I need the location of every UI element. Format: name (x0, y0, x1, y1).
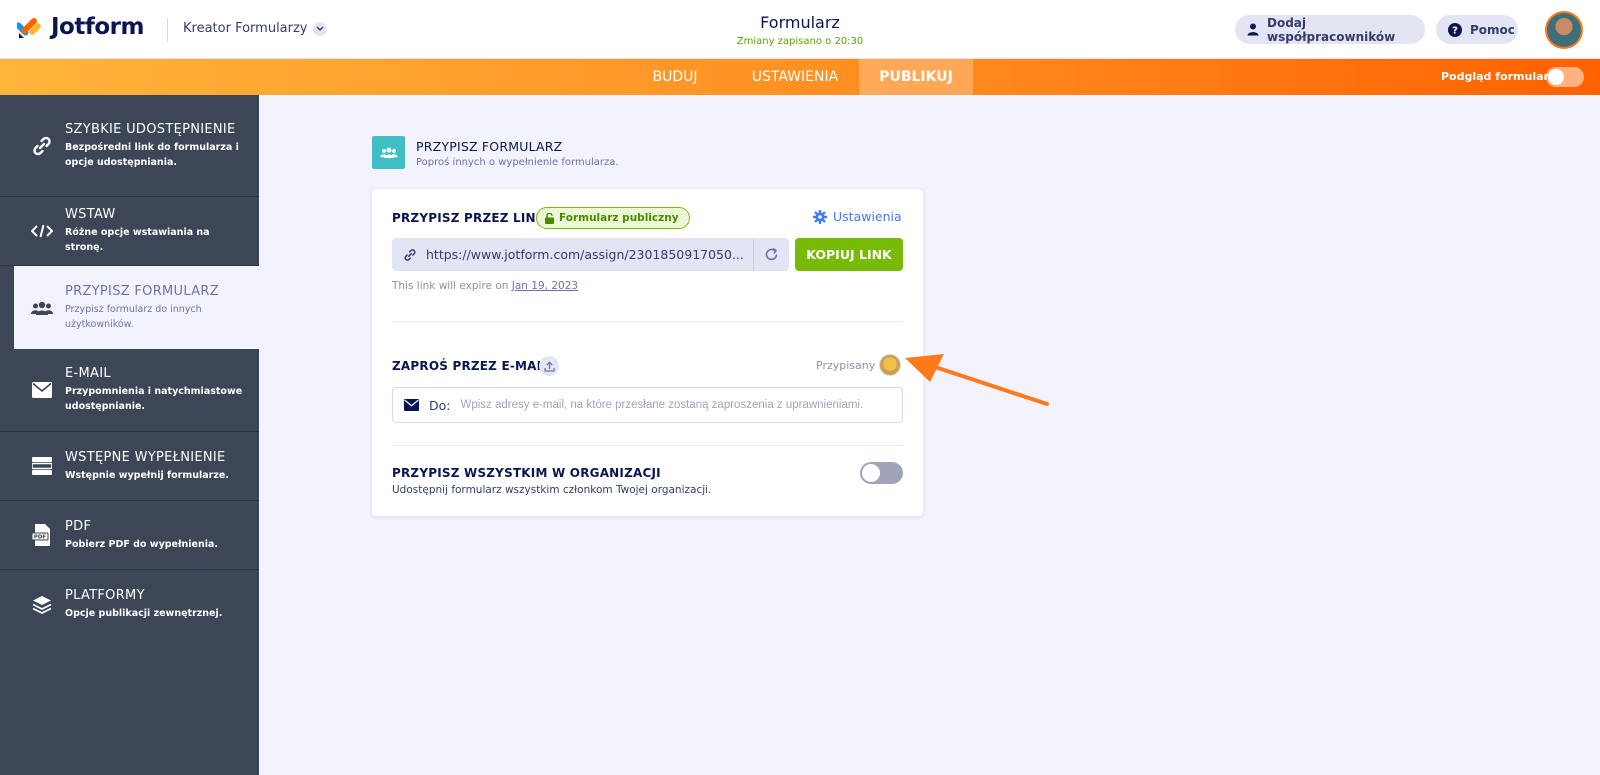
gear-icon (813, 209, 827, 224)
help-button[interactable]: ? Pomoc (1436, 15, 1518, 44)
sidebar-item-prefill[interactable]: WSTĘPNE WYPEŁNIENIE Wstępnie wypełnij fo… (0, 432, 259, 501)
help-label: Pomoc (1470, 22, 1515, 37)
email-to-label: Do: (429, 397, 451, 413)
assign-org-subtitle: Udostępnij formularz wszystkim członkom … (392, 484, 712, 496)
help-icon: ? (1448, 22, 1462, 37)
sidebar-item-subtitle: Przypomnienia i natychmiastowe udostępni… (65, 386, 243, 412)
invite-email-label: ZAPROŚ PRZEZ E-MAIL (392, 359, 550, 373)
section-divider (392, 445, 903, 446)
layers-icon (30, 593, 54, 617)
envelope-icon (30, 378, 54, 402)
section-divider (392, 321, 903, 322)
section-title: PRZYPISZ FORMULARZ (416, 139, 563, 154)
sidebar-item-title: WSTAW (65, 207, 116, 222)
form-preview-label: Podgląd formularza (1441, 70, 1563, 83)
sidebar-item-subtitle: Pobierz PDF do wypełnienia. (65, 538, 219, 550)
add-collaborators-button[interactable]: Dodaj współpracowników (1235, 15, 1425, 44)
sidebar-item-title: SZYBKIE UDOSTĘPNIENIE (65, 121, 236, 137)
link-expiry-text: This link will expire on Jan 19, 2023 (392, 280, 578, 292)
assign-link-label: PRZYPISZ PRZEZ LINK (392, 211, 546, 225)
assign-org-label: PRZYPISZ WSZYSTKIM W ORGANIZACJI (392, 466, 661, 480)
assign-link-field[interactable]: https://www.jotform.com/assign/230185091… (392, 238, 753, 271)
sidebar-item-assign-form[interactable]: PRZYPISZ FORMULARZ Przypisz formularz do… (14, 266, 259, 349)
sidebar-item-embed[interactable]: WSTAW Różne opcje wstawiania na stronę. (0, 197, 259, 266)
refresh-icon (765, 247, 778, 261)
sidebar-item-title: PLATFORMY (65, 588, 145, 603)
assigned-user-avatar[interactable] (879, 354, 901, 376)
prefill-icon (30, 454, 54, 478)
link-icon (30, 134, 54, 158)
pdf-icon: PDF (30, 523, 54, 547)
link-icon (403, 248, 417, 262)
tab-publish[interactable]: PUBLIKUJ (859, 59, 973, 95)
toggle-knob (862, 464, 880, 482)
assigned-label: Przypisany (816, 359, 876, 372)
svg-text:?: ? (1452, 25, 1458, 36)
tab-settings[interactable]: USTAWIENIA (728, 59, 862, 95)
link-expiry-prefix: This link will expire on (392, 280, 512, 292)
sidebar-item-title: E-MAIL (65, 366, 111, 381)
sidebar-item-email[interactable]: E-MAIL Przypomnienia i natychmiastowe ud… (0, 349, 259, 432)
email-to-field[interactable]: Do: (392, 387, 903, 423)
sidebar-item-subtitle: Przypisz formularz do innych użytkownikó… (65, 303, 202, 330)
public-form-badge-label: Formularz publiczny (559, 212, 679, 224)
top-header: Jotform Kreator Formularzy Formularz Zmi… (0, 0, 1600, 59)
users-icon (379, 147, 398, 158)
envelope-icon (404, 399, 419, 411)
public-form-badge[interactable]: Formularz publiczny (536, 207, 690, 229)
form-preview-toggle[interactable] (1546, 67, 1584, 87)
publish-sidebar: SZYBKIE UDOSTĘPNIENIE Bezpośredni link d… (0, 95, 259, 775)
svg-text:PDF: PDF (34, 535, 47, 541)
toggle-knob (1548, 69, 1564, 85)
sidebar-item-title: PRZYPISZ FORMULARZ (65, 283, 219, 299)
sidebar-item-subtitle: Bezpośredni link do formularza i opcje u… (65, 141, 239, 168)
sidebar-item-subtitle: Wstępnie wypełnij formularze. (65, 469, 229, 481)
tab-build[interactable]: BUDUJ (638, 59, 712, 95)
assign-link-url: https://www.jotform.com/assign/230185091… (426, 247, 744, 262)
app-frame: Jotform Kreator Formularzy Formularz Zmi… (0, 0, 1600, 775)
user-avatar[interactable] (1545, 11, 1583, 49)
sidebar-item-platforms[interactable]: PLATFORMY Opcje publikacji zewnętrznej. (0, 570, 259, 639)
refresh-link-button[interactable] (753, 238, 789, 271)
assign-section-icon (372, 136, 405, 169)
unlock-icon (545, 212, 554, 224)
sidebar-item-quick-share[interactable]: SZYBKIE UDOSTĘPNIENIE Bezpośredni link d… (0, 95, 259, 197)
sidebar-item-pdf[interactable]: PDF PDF Pobierz PDF do wypełnienia. (0, 501, 259, 570)
section-subtitle: Poproś innych o wypełnienie formularza. (416, 157, 619, 168)
code-icon (30, 219, 54, 243)
users-icon (30, 296, 54, 320)
sidebar-item-title: WSTĘPNE WYPEŁNIENIE (65, 449, 226, 465)
annotation-arrow (905, 354, 1049, 406)
publish-navbar: BUDUJ USTAWIENIA PUBLIKUJ Podgląd formul… (0, 59, 1600, 95)
settings-link-label: Ustawienia (833, 209, 902, 224)
user-icon (1247, 23, 1259, 36)
assign-card: PRZYPISZ PRZEZ LINK Formularz publiczny … (372, 189, 923, 516)
add-collaborators-label: Dodaj współpracowników (1267, 15, 1396, 44)
link-expiry-date[interactable]: Jan 19, 2023 (512, 280, 578, 292)
sidebar-item-subtitle: Opcje publikacji zewnętrznej. (65, 608, 223, 619)
upload-icon[interactable] (539, 356, 559, 376)
copy-link-button[interactable]: KOPIUJ LINK (795, 238, 903, 271)
email-input[interactable] (460, 399, 881, 411)
settings-link[interactable]: Ustawienia (813, 209, 902, 224)
sidebar-item-title: PDF (65, 518, 92, 534)
assign-org-toggle[interactable] (860, 462, 903, 484)
sidebar-item-subtitle: Różne opcje wstawiania na stronę. (65, 227, 210, 253)
